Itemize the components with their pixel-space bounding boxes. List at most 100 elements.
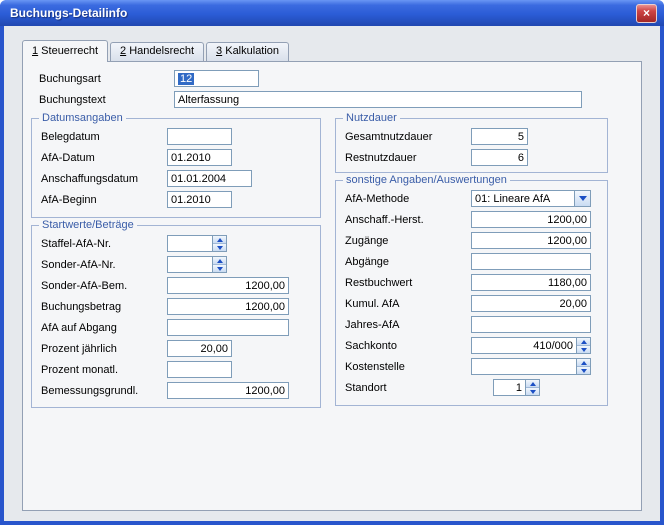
tab-handelsrecht[interactable]: 2 Handelsrecht xyxy=(110,42,204,61)
spin-down-icon xyxy=(530,390,536,394)
group-title: Nutzdauer xyxy=(343,112,400,125)
spin-up-button[interactable] xyxy=(213,236,226,243)
spin-down-icon xyxy=(581,348,587,352)
buchungsart-row: Buchungsart 12 xyxy=(36,68,641,89)
group-title: Startwerte/Beträge xyxy=(39,219,137,232)
spin-down-icon xyxy=(217,246,223,250)
buchungsart-label: Buchungsart xyxy=(36,73,174,85)
sonder-afa-nr-input[interactable] xyxy=(167,256,227,273)
jahres-afa-label: Jahres-AfA xyxy=(336,319,471,331)
spinner xyxy=(212,257,226,272)
kostenstelle-label: Kostenstelle xyxy=(336,361,471,373)
group-title: sonstige Angaben/Auswertungen xyxy=(343,174,510,187)
group-nutzdauer: Nutzdauer Gesamtnutzdauer 5 Restnutzdaue… xyxy=(335,118,608,173)
restbuchwert-input[interactable]: 1180,00 xyxy=(471,274,591,291)
group-title: Datumsangaben xyxy=(39,112,126,125)
kostenstelle-input[interactable] xyxy=(471,358,591,375)
spin-up-button[interactable] xyxy=(577,359,590,366)
sachkonto-label: Sachkonto xyxy=(336,340,471,352)
group-sonstige-angaben: sonstige Angaben/Auswertungen AfA-Method… xyxy=(335,180,608,406)
buchungstext-row: Buchungstext Alterfassung xyxy=(36,89,641,110)
spin-up-icon xyxy=(530,382,536,386)
spin-up-icon xyxy=(581,340,587,344)
afa-auf-abgang-input[interactable] xyxy=(167,319,289,336)
standort-input[interactable]: 1 xyxy=(493,379,540,396)
tab-bar: 1 Steuerrecht 2 Handelsrecht 3 Kalkulati… xyxy=(22,39,660,61)
spinner xyxy=(576,359,590,374)
kumul-afa-input[interactable]: 20,00 xyxy=(471,295,591,312)
spin-up-icon xyxy=(217,238,223,242)
spin-down-button[interactable] xyxy=(577,366,590,374)
chevron-down-icon xyxy=(579,196,587,201)
restnutzdauer-input[interactable]: 6 xyxy=(471,149,528,166)
sonder-afa-nr-label: Sonder-AfA-Nr. xyxy=(32,259,167,271)
abgaenge-input[interactable] xyxy=(471,253,591,270)
spin-down-button[interactable] xyxy=(213,243,226,251)
spin-down-button[interactable] xyxy=(526,387,539,395)
selected-text: 12 xyxy=(178,73,194,85)
titlebar[interactable]: Buchungs-Detailinfo × xyxy=(0,0,664,26)
spin-down-icon xyxy=(581,369,587,373)
bemessungsgrundl-label: Bemessungsgrundl. xyxy=(32,385,167,397)
kumul-afa-label: Kumul. AfA xyxy=(336,298,471,310)
close-icon: × xyxy=(643,6,650,20)
spin-up-button[interactable] xyxy=(526,380,539,387)
belegdatum-label: Belegdatum xyxy=(32,131,167,143)
spin-down-button[interactable] xyxy=(213,264,226,272)
dialog-client-area: 1 Steuerrecht 2 Handelsrecht 3 Kalkulati… xyxy=(4,26,660,521)
spin-up-icon xyxy=(217,259,223,263)
restnutzdauer-label: Restnutzdauer xyxy=(336,152,471,164)
prozent-jaehrlich-input[interactable]: 20,00 xyxy=(167,340,232,357)
zugaenge-input[interactable]: 1200,00 xyxy=(471,232,591,249)
zugaenge-label: Zugänge xyxy=(336,235,471,247)
afa-methode-select[interactable]: 01: Lineare AfA xyxy=(471,190,591,207)
dropdown-button[interactable] xyxy=(574,191,590,206)
jahres-afa-input[interactable] xyxy=(471,316,591,333)
afa-auf-abgang-label: AfA auf Abgang xyxy=(32,322,167,334)
standort-label: Standort xyxy=(336,382,471,394)
spin-down-icon xyxy=(217,267,223,271)
anschaff-herst-input[interactable]: 1200,00 xyxy=(471,211,591,228)
bemessungsgrundl-input[interactable]: 1200,00 xyxy=(167,382,289,399)
spinner xyxy=(212,236,226,251)
spinner xyxy=(525,380,539,395)
staffel-afa-nr-input[interactable] xyxy=(167,235,227,252)
gesamtnutzdauer-input[interactable]: 5 xyxy=(471,128,528,145)
buchungstext-label: Buchungstext xyxy=(36,94,174,106)
afa-datum-label: AfA-Datum xyxy=(32,152,167,164)
group-datumsangaben: Datumsangaben Belegdatum AfA-Datum 01.20… xyxy=(31,118,321,218)
abgaenge-label: Abgänge xyxy=(336,256,471,268)
spin-up-button[interactable] xyxy=(577,338,590,345)
restbuchwert-label: Restbuchwert xyxy=(336,277,471,289)
sonder-afa-bem-input[interactable]: 1200,00 xyxy=(167,277,289,294)
gesamtnutzdauer-label: Gesamtnutzdauer xyxy=(336,131,471,143)
afa-datum-input[interactable]: 01.2010 xyxy=(167,149,232,166)
tab-kalkulation[interactable]: 3 Kalkulation xyxy=(206,42,289,61)
window-title: Buchungs-Detailinfo xyxy=(10,6,636,20)
spin-up-icon xyxy=(581,361,587,365)
afa-beginn-input[interactable]: 01.2010 xyxy=(167,191,232,208)
anschaffungsdatum-input[interactable]: 01.01.2004 xyxy=(167,170,252,187)
buchungsbetrag-input[interactable]: 1200,00 xyxy=(167,298,289,315)
dialog-window: Buchungs-Detailinfo × 1 Steuerrecht 2 Ha… xyxy=(0,0,664,525)
spinner xyxy=(576,338,590,353)
belegdatum-input[interactable] xyxy=(167,128,232,145)
afa-methode-label: AfA-Methode xyxy=(336,193,471,205)
prozent-monatl-label: Prozent monatl. xyxy=(32,364,167,376)
prozent-jaehrlich-label: Prozent jährlich xyxy=(32,343,167,355)
sonder-afa-bem-label: Sonder-AfA-Bem. xyxy=(32,280,167,292)
staffel-afa-nr-label: Staffel-AfA-Nr. xyxy=(32,238,167,250)
buchungstext-input[interactable]: Alterfassung xyxy=(174,91,582,108)
tab-steuerrecht[interactable]: 1 Steuerrecht xyxy=(22,40,108,62)
afa-beginn-label: AfA-Beginn xyxy=(32,194,167,206)
group-startwerte-betraege: Startwerte/Beträge Staffel-AfA-Nr. Sonde… xyxy=(31,225,321,408)
prozent-monatl-input[interactable] xyxy=(167,361,232,378)
sachkonto-input[interactable]: 410/000 xyxy=(471,337,591,354)
spin-up-button[interactable] xyxy=(213,257,226,264)
tab-label: Kalkulation xyxy=(222,45,279,57)
spin-down-button[interactable] xyxy=(577,345,590,353)
anschaff-herst-label: Anschaff.-Herst. xyxy=(336,214,471,226)
buchungsart-input[interactable]: 12 xyxy=(174,70,259,87)
close-button[interactable]: × xyxy=(636,4,657,23)
tab-page-steuerrecht: Buchungsart 12 Buchungstext Alterfassung… xyxy=(22,61,642,511)
